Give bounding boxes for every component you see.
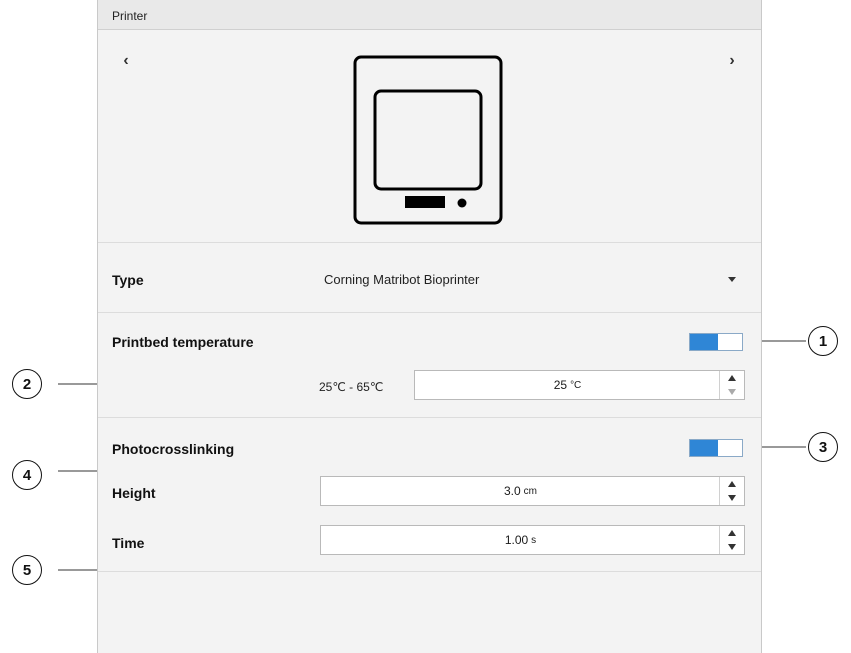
decrement-button[interactable] [720, 540, 744, 554]
printer-panel: Printer ‹ › Type Corning Matribot Biopri… [97, 0, 762, 653]
chevron-up-icon [728, 530, 736, 536]
spin-buttons [719, 371, 744, 399]
divider [98, 242, 761, 243]
printer-device-icon [353, 55, 503, 225]
printbed-temperature-label: Printbed temperature [112, 334, 254, 350]
decrement-button[interactable] [720, 385, 744, 399]
chevron-up-icon [728, 481, 736, 487]
toggle-on-indicator [690, 440, 718, 456]
panel-title: Printer [112, 9, 148, 23]
previous-printer-button[interactable]: ‹ [118, 52, 134, 70]
callout-1: 1 [808, 326, 838, 356]
divider [98, 417, 761, 418]
chevron-up-icon [728, 375, 736, 381]
temperature-value: 25 [553, 378, 568, 392]
divider [98, 312, 761, 313]
spin-buttons [719, 477, 744, 505]
divider [98, 571, 761, 572]
printbed-temperature-toggle[interactable] [689, 333, 743, 351]
increment-button[interactable] [720, 526, 744, 540]
decrement-button[interactable] [720, 491, 744, 505]
callout-4: 4 [12, 460, 42, 490]
temperature-range-text: 25℃ - 65℃ [319, 380, 384, 394]
spinbox-value: 1.00 s [321, 526, 720, 554]
type-label: Type [112, 272, 144, 288]
photocrosslinking-label: Photocrosslinking [112, 441, 235, 457]
spinbox-value: 3.0 cm [321, 477, 720, 505]
time-unit: s [531, 534, 537, 546]
height-value: 3.0 [503, 484, 521, 498]
printer-type-value: Corning Matribot Bioprinter [324, 272, 480, 287]
spin-buttons [719, 526, 744, 554]
panel-titlebar: Printer [98, 0, 761, 30]
time-label: Time [112, 535, 145, 551]
time-spinbox[interactable]: 1.00 s [320, 525, 745, 555]
time-value: 1.00 [504, 533, 529, 547]
chevron-down-icon [728, 495, 736, 501]
chevron-down-icon [728, 544, 736, 550]
next-printer-button[interactable]: › [724, 52, 740, 70]
spinbox-value: 25 °C [415, 371, 720, 399]
height-spinbox[interactable]: 3.0 cm [320, 476, 745, 506]
increment-button[interactable] [720, 477, 744, 491]
callout-5: 5 [12, 555, 42, 585]
printbed-temperature-spinbox[interactable]: 25 °C [414, 370, 745, 400]
printer-type-dropdown[interactable]: Corning Matribot Bioprinter [308, 262, 753, 298]
photocrosslinking-toggle[interactable] [689, 439, 743, 457]
chevron-down-icon [728, 389, 736, 395]
increment-button[interactable] [720, 371, 744, 385]
callout-3: 3 [808, 432, 838, 462]
toggle-on-indicator [690, 334, 718, 350]
temperature-unit: °C [570, 379, 582, 391]
height-unit: cm [523, 485, 538, 497]
dropdown-arrow-icon [728, 277, 736, 282]
callout-2: 2 [12, 369, 42, 399]
height-label: Height [112, 485, 156, 501]
